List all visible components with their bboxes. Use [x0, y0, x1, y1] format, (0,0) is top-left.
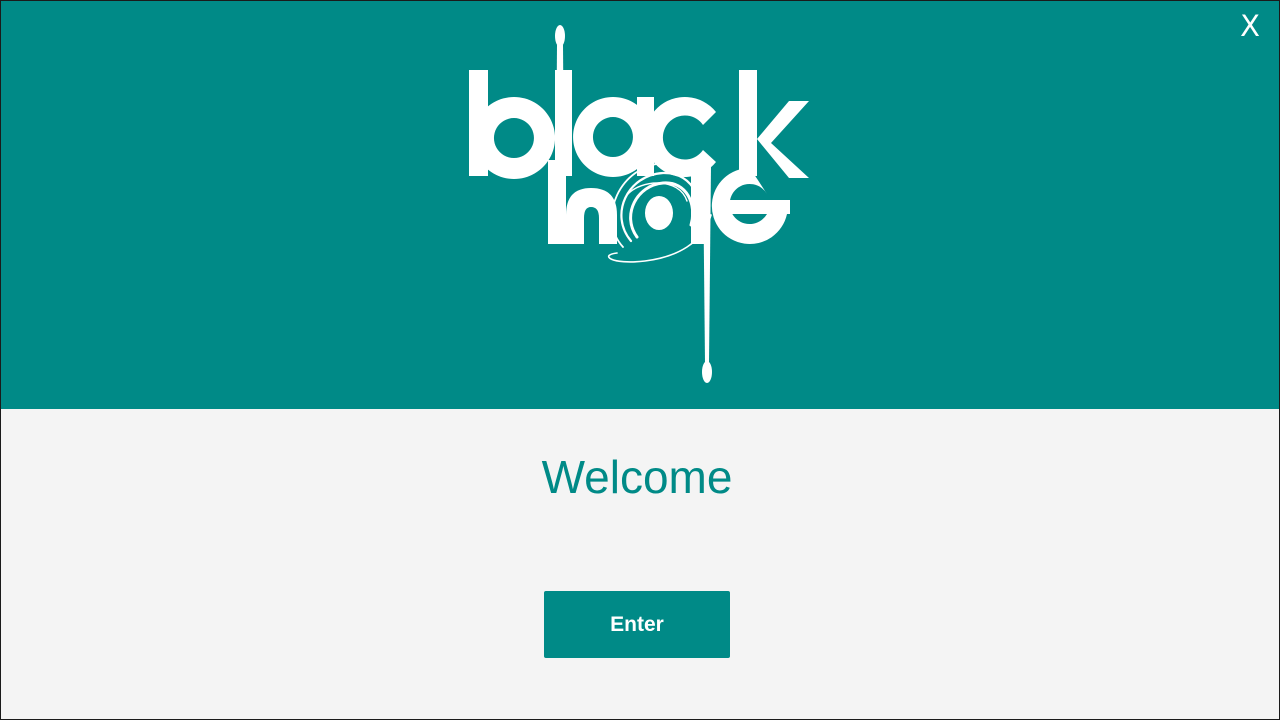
- welcome-heading: Welcome: [541, 451, 733, 503]
- enter-button[interactable]: Enter: [544, 591, 730, 658]
- enter-button-label: Enter: [610, 613, 664, 636]
- app-window: X Welcome Enter: [0, 0, 1280, 720]
- close-label: X: [1240, 9, 1260, 43]
- close-button[interactable]: X: [1237, 9, 1263, 43]
- black-hole-logo: [469, 25, 809, 383]
- header-banner: X: [1, 1, 1279, 409]
